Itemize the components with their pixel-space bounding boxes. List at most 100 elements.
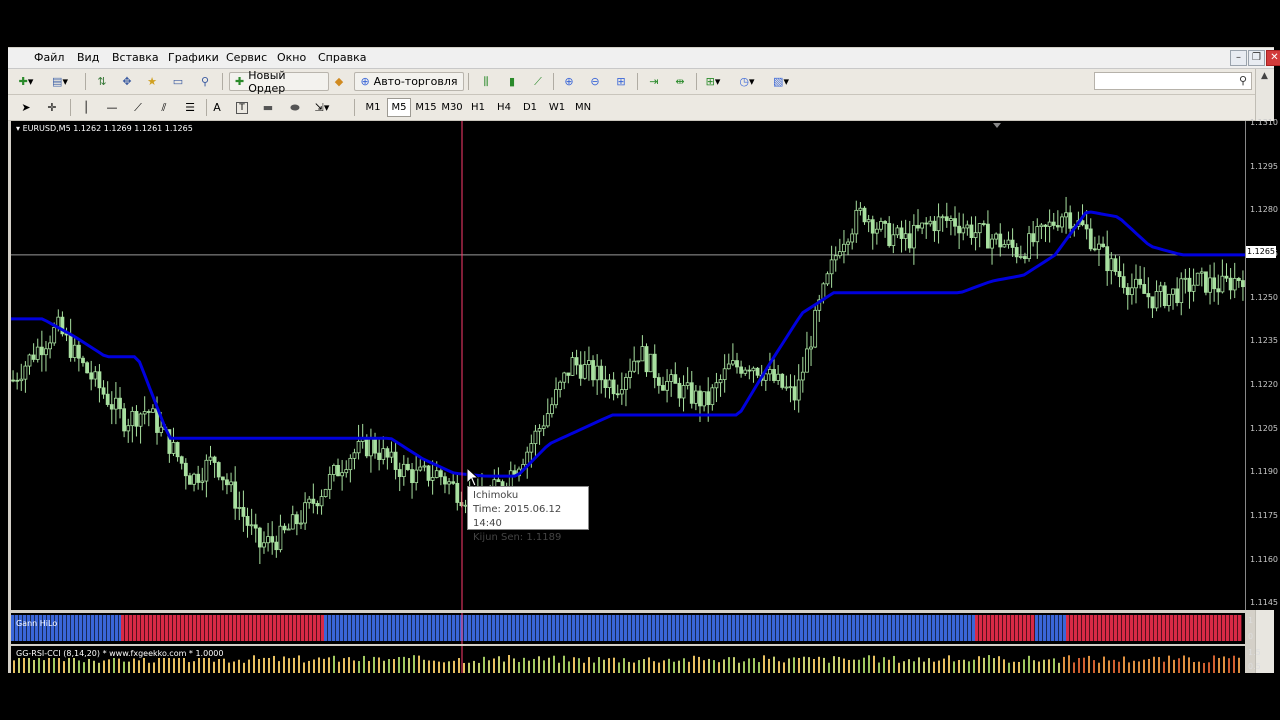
profiles-icon[interactable]: ▤ ▾ bbox=[50, 72, 70, 91]
arrows-icon[interactable]: ⇲▾ bbox=[312, 98, 332, 117]
rsi-cci-bar bbox=[578, 658, 580, 673]
candle bbox=[126, 418, 131, 443]
gann-hilo-bar bbox=[584, 615, 588, 641]
rsi-cci-bar bbox=[878, 662, 880, 673]
chart-menu-arrow-icon[interactable]: ▾ bbox=[16, 124, 20, 133]
gann-hilo-bar bbox=[712, 615, 716, 641]
market-watch-icon[interactable]: ⇅ bbox=[92, 72, 112, 91]
data-window-icon[interactable]: ✥ bbox=[117, 72, 137, 91]
timeframe-mn[interactable]: MN bbox=[571, 98, 595, 117]
gann-hilo-bar bbox=[999, 615, 1003, 641]
ellipse-icon[interactable]: ⬬ bbox=[285, 98, 305, 117]
rsi-cci-bar bbox=[423, 659, 425, 673]
rsi-cci-bar bbox=[653, 661, 655, 673]
rsi-cci-panel[interactable]: GG-RSI-CCI (8,14,20) * www.fxgeekko.com … bbox=[11, 646, 1245, 673]
candle bbox=[850, 228, 855, 250]
gann-hilo-bar bbox=[321, 615, 325, 641]
gann-hilo-bar bbox=[432, 615, 436, 641]
timeframe-m5[interactable]: M5 bbox=[387, 98, 411, 117]
gann-hilo-label: Gann HiLo bbox=[16, 619, 58, 628]
rsi-cci-bar bbox=[1093, 660, 1095, 673]
candle bbox=[957, 212, 962, 250]
search-icon[interactable]: ⚲ bbox=[1239, 74, 1247, 87]
menu-tools[interactable]: Сервис bbox=[226, 51, 267, 64]
gann-hilo-bar bbox=[904, 615, 908, 641]
navigator-icon[interactable]: ★ bbox=[142, 72, 162, 91]
candle bbox=[611, 372, 616, 401]
menu-help[interactable]: Справка bbox=[318, 51, 366, 64]
rsi-cci-bar bbox=[348, 657, 350, 673]
chart-canvas[interactable] bbox=[11, 121, 1245, 610]
rsi-cci-bar bbox=[873, 655, 875, 673]
zoom-in-icon[interactable]: ⊕ bbox=[559, 72, 579, 91]
timeframe-w1[interactable]: W1 bbox=[545, 98, 569, 117]
cursor-icon[interactable]: ➤ bbox=[16, 98, 36, 117]
gann-hilo-bar bbox=[848, 615, 852, 641]
bar-chart-icon[interactable]: ⫼ bbox=[476, 72, 496, 91]
candlestick-icon[interactable]: ▮ bbox=[502, 72, 522, 91]
channel-icon[interactable]: ⫽ bbox=[154, 98, 174, 117]
scroll-up-icon[interactable]: ▲ bbox=[1258, 71, 1271, 85]
text-icon[interactable]: A bbox=[207, 98, 227, 117]
chart-shift-icon[interactable]: ⇹ bbox=[670, 72, 690, 91]
menu-view[interactable]: Вид bbox=[77, 51, 99, 64]
terminal-icon[interactable]: ▭ bbox=[168, 72, 188, 91]
menu-charts[interactable]: Графики bbox=[168, 51, 219, 64]
rsi-cci-bar bbox=[253, 655, 255, 673]
timeframe-h1[interactable]: H1 bbox=[466, 98, 490, 117]
timeframe-m30[interactable]: M30 bbox=[440, 98, 464, 117]
gann-hilo-bar bbox=[1166, 615, 1170, 641]
strategy-tester-icon[interactable]: ⚲ bbox=[195, 72, 215, 91]
gann-hilo-bar bbox=[87, 615, 91, 641]
auto-trading-button[interactable]: ⊕ Авто-торговля bbox=[354, 72, 464, 91]
menu-file[interactable]: Файл bbox=[34, 51, 64, 64]
line-chart-icon[interactable]: ⟋ bbox=[528, 72, 548, 91]
indicators-icon[interactable]: ⊞ ▾ bbox=[703, 72, 723, 91]
rsi-cci-bar bbox=[53, 655, 55, 673]
gann-hilo-panel[interactable]: Gann HiLo bbox=[11, 613, 1245, 644]
candle bbox=[1060, 213, 1064, 233]
search-input[interactable]: ⚲ bbox=[1094, 72, 1252, 90]
close-icon[interactable]: ✕ bbox=[1266, 50, 1280, 66]
price-axis-label: 1.1145 bbox=[1250, 598, 1278, 608]
periods-icon[interactable]: ◷ ▾ bbox=[737, 72, 757, 91]
fibonacci-icon[interactable]: ☰ bbox=[180, 98, 200, 117]
new-order-button[interactable]: ✚ Новый Ордер bbox=[229, 69, 329, 95]
timeframe-m15[interactable]: M15 bbox=[414, 98, 438, 117]
rsi-cci-bar bbox=[303, 662, 305, 673]
chart-shift-marker-icon[interactable] bbox=[993, 123, 1001, 128]
timeframe-d1[interactable]: D1 bbox=[518, 98, 542, 117]
text-label-icon[interactable]: T bbox=[232, 98, 252, 117]
rsi-cci-bar bbox=[703, 660, 705, 673]
templates-icon[interactable]: ▧ ▾ bbox=[771, 72, 791, 91]
vertical-line-icon[interactable]: │ bbox=[76, 98, 96, 117]
tile-windows-icon[interactable]: ⊞ bbox=[611, 72, 631, 91]
kijun-sen-line[interactable] bbox=[11, 210, 1245, 478]
gann-hilo-bar bbox=[912, 615, 916, 641]
rsi-cci-bar bbox=[93, 660, 95, 673]
menu-insert[interactable]: Вставка bbox=[112, 51, 159, 64]
restore-icon[interactable]: ❐ bbox=[1248, 50, 1265, 66]
rsi-cci-bar bbox=[183, 655, 185, 673]
gann-hilo-bar bbox=[285, 615, 289, 641]
menu-window[interactable]: Окно bbox=[277, 51, 306, 64]
metaeditor-icon[interactable]: ◆ bbox=[329, 72, 349, 91]
auto-scroll-icon[interactable]: ⇥ bbox=[644, 72, 664, 91]
new-chart-icon[interactable]: ✚ ▾ bbox=[16, 72, 36, 91]
rsi-cci-bar bbox=[178, 655, 180, 673]
price-chart[interactable] bbox=[11, 121, 1245, 610]
horizontal-line-icon[interactable]: — bbox=[102, 98, 122, 117]
crosshair-icon[interactable]: ✛ bbox=[42, 98, 62, 117]
rsi-cci-bar bbox=[763, 655, 765, 673]
rsi-cci-bar bbox=[258, 659, 260, 673]
timeframe-m1[interactable]: M1 bbox=[361, 98, 385, 117]
timeframe-h4[interactable]: H4 bbox=[492, 98, 516, 117]
candle bbox=[307, 496, 312, 509]
rectangle-icon[interactable]: ▬ bbox=[258, 98, 278, 117]
rsi-cci-bar bbox=[163, 657, 165, 673]
gann-hilo-bar bbox=[384, 615, 388, 641]
trendline-icon[interactable]: ⟋ bbox=[128, 98, 148, 117]
zoom-out-icon[interactable]: ⊖ bbox=[585, 72, 605, 91]
minimize-icon[interactable]: – bbox=[1230, 50, 1247, 66]
candle bbox=[311, 483, 316, 514]
